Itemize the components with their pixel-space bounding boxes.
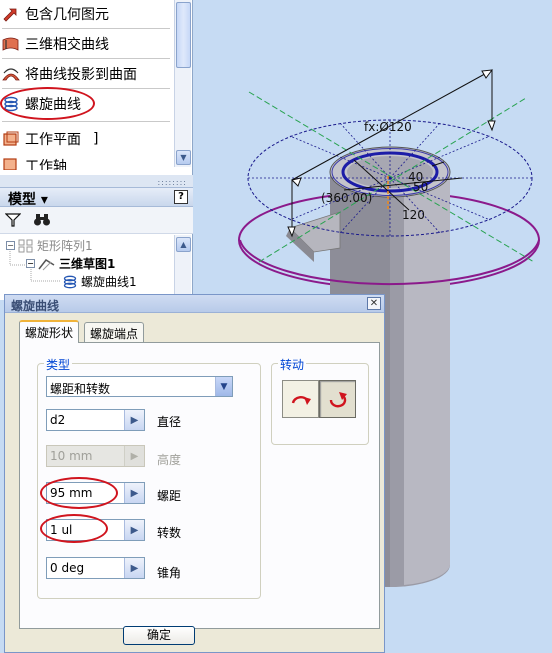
command-panel-scrollbar[interactable]: ▼: [174, 0, 191, 167]
help-button[interactable]: ?: [174, 190, 188, 204]
rotate-clockwise-button[interactable]: [282, 380, 319, 418]
tree-item-label: 螺旋曲线1: [81, 275, 137, 289]
type-dropdown-value: 螺距和转数: [50, 382, 111, 396]
browser-header: 模型 ▾ ?: [0, 187, 193, 209]
field-value: d2: [50, 413, 66, 427]
taper-field[interactable]: 0 deg ▶: [46, 557, 145, 579]
field-value: 10 mm: [50, 449, 93, 463]
pitch-field[interactable]: 95 mm ▶: [46, 482, 145, 504]
browser-title-dropdown[interactable]: 模型 ▾: [8, 189, 48, 209]
expand-arrow-icon: ▶: [124, 446, 144, 466]
field-label: 高度: [157, 453, 182, 467]
cmd-label: 工作轴: [25, 159, 67, 170]
cmd-label: 包含几何图元: [25, 7, 109, 23]
intersection-curve-icon: [2, 37, 19, 51]
trailing-mark: ]: [93, 131, 99, 147]
panel-grip[interactable]: ::::::::: [0, 175, 193, 187]
field-value: 95 mm: [50, 486, 93, 500]
tab-helix-shape[interactable]: 螺旋形状: [19, 320, 80, 343]
chevron-down-icon[interactable]: ▼: [215, 377, 232, 396]
expand-arrow-icon[interactable]: ▶: [124, 410, 144, 430]
rotation-group-label: 转动: [278, 356, 307, 373]
divider: [2, 28, 170, 29]
cmd-label: 三维相交曲线: [25, 37, 109, 53]
chevron-down-icon: ▾: [40, 192, 48, 208]
revolutions-field[interactable]: 1 ul ▶: [46, 519, 145, 541]
divider: [2, 121, 170, 122]
tab-helix-ends[interactable]: 螺旋端点: [84, 322, 145, 342]
dimension-fx-label[interactable]: fx:Ø120: [364, 120, 412, 134]
field-value: 0 deg: [50, 561, 85, 575]
cmd-helical-curve[interactable]: 螺旋曲线: [2, 92, 174, 116]
helical-curve-dialog: 螺旋曲线 ✕ 螺旋形状 螺旋端点 类型 转动 螺距和转数 ▼ d2 ▶ 直径 1…: [4, 294, 385, 653]
cmd-label: 将曲线投影到曲面: [25, 67, 137, 83]
dimension-120-label[interactable]: 120: [402, 208, 425, 222]
rotate-counterclockwise-button[interactable]: [319, 380, 356, 418]
command-panel: 包含几何图元 三维相交曲线 将曲线投影到曲面 螺旋曲线 工作平面 ] 工作轴 ▼: [0, 0, 193, 175]
rotate-counterclockwise-icon: [329, 392, 347, 408]
field-label: 螺距: [157, 489, 182, 503]
browser-scrollbar[interactable]: ▲: [174, 235, 191, 300]
ok-button[interactable]: 确定: [123, 626, 195, 645]
cmd-work-plane[interactable]: 工作平面 ]: [2, 127, 174, 151]
field-label: 直径: [157, 415, 182, 429]
work-axis-icon: [3, 158, 17, 170]
binoculars-icon[interactable]: [33, 213, 51, 227]
divider: [2, 88, 170, 89]
cmd-work-axis[interactable]: 工作轴: [2, 156, 174, 170]
scroll-down-button[interactable]: ▼: [176, 150, 191, 165]
field-label: 转数: [157, 526, 182, 540]
diameter-field[interactable]: d2 ▶: [46, 409, 145, 431]
type-group-label: 类型: [44, 356, 73, 373]
include-geometry-icon: [3, 8, 17, 22]
rotate-clockwise-icon: [291, 396, 311, 405]
work-plane-icon: [3, 131, 19, 146]
tree-item[interactable]: 螺旋曲线1: [62, 273, 137, 290]
expand-arrow-icon[interactable]: ▶: [124, 520, 144, 540]
project-curve-icon: [2, 68, 20, 81]
browser-title: 模型: [8, 192, 36, 208]
cmd-label: 螺旋曲线: [25, 97, 81, 113]
helical-curve-icon: [4, 96, 18, 112]
tab-panel: 类型 转动 螺距和转数 ▼ d2 ▶ 直径 10 mm ▶ 高度 95 mm ▶…: [19, 342, 380, 629]
type-dropdown[interactable]: 螺距和转数 ▼: [46, 376, 233, 397]
field-value: 1 ul: [50, 523, 73, 537]
cmd-include-geometry[interactable]: 包含几何图元: [2, 2, 174, 26]
scroll-up-button[interactable]: ▲: [176, 237, 191, 252]
dialog-title: 螺旋曲线: [11, 299, 60, 313]
cmd-project-curve[interactable]: 将曲线投影到曲面: [2, 62, 174, 86]
cmd-intersection-curve[interactable]: 三维相交曲线: [2, 32, 174, 56]
close-icon[interactable]: ✕: [367, 297, 381, 310]
tree-lines: [9, 251, 60, 282]
field-label: 锥角: [157, 566, 182, 580]
filter-icon[interactable]: [5, 213, 21, 227]
dimension-angle-label[interactable]: (360.00): [321, 191, 372, 205]
model-browser: :::::::: 模型 ▾ ? − 矩形阵列1 − 三维草图1 螺旋曲线1 ▲: [0, 175, 193, 300]
expand-arrow-icon[interactable]: ▶: [124, 483, 144, 503]
browser-toolbar: [0, 207, 193, 234]
cmd-label: 工作平面: [25, 132, 81, 148]
height-field: 10 mm ▶: [46, 445, 145, 467]
divider: [2, 58, 170, 59]
scrollbar-thumb[interactable]: [176, 2, 191, 68]
dialog-titlebar[interactable]: 螺旋曲线 ✕: [5, 295, 384, 313]
dimension-50-label[interactable]: 50: [413, 180, 428, 194]
expand-arrow-icon[interactable]: ▶: [124, 558, 144, 578]
